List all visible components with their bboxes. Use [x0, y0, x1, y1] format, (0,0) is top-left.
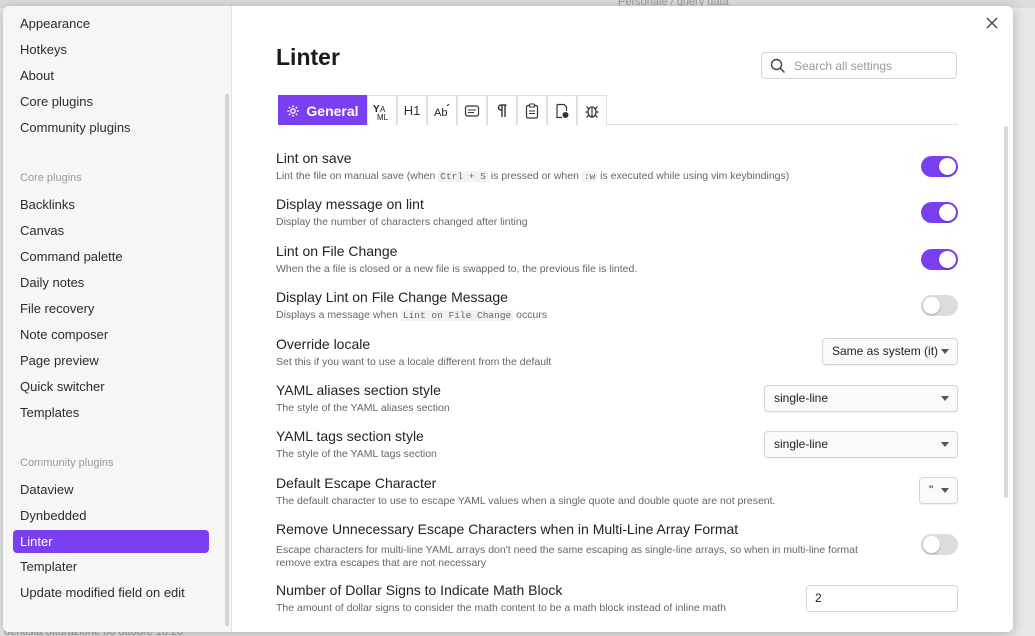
sidebar-item-note-composer[interactable]: Note composer [13, 324, 209, 346]
toggle-knob [923, 297, 940, 314]
setting-name: Remove Unnecessary Escape Characters whe… [276, 521, 739, 537]
sidebar-item-canvas[interactable]: Canvas [13, 220, 209, 242]
setting-name: Default Escape Character [276, 475, 437, 491]
setting-lint-on-file-change: Lint on File Change When the a file is c… [276, 243, 966, 276]
sidebar-scrollbar[interactable] [225, 94, 229, 626]
search-box [761, 52, 957, 79]
tab-spacing[interactable] [487, 95, 517, 125]
sidebar-item-command-palette[interactable]: Command palette [13, 246, 209, 268]
select-value: single-line [774, 437, 829, 451]
chevron-down-icon [941, 442, 949, 447]
toggle-knob [939, 251, 956, 268]
sidebar-item-linter[interactable]: Linter [13, 530, 209, 553]
sidebar-item-update-modified-field[interactable]: Update modified field on edit [13, 582, 209, 604]
select-value: single-line [774, 391, 829, 405]
content-scrollbar[interactable] [1004, 126, 1008, 498]
sidebar-item-templater[interactable]: Templater [13, 556, 209, 578]
linter-tab-bar: General Y A ML H1 Ab [278, 95, 958, 125]
toggle-knob [923, 536, 940, 553]
setting-display-message: Display message on lint Display the numb… [276, 196, 966, 229]
tab-paste[interactable] [517, 95, 547, 125]
setting-lint-on-save: Lint on save Lint the file on manual sav… [276, 150, 966, 183]
settings-modal: Appearance Hotkeys About Core plugins Co… [3, 6, 1013, 632]
toggle-remove-escape-characters[interactable] [921, 534, 958, 555]
tab-file-debug[interactable] [547, 95, 577, 125]
sidebar-item-community-plugins[interactable]: Community plugins [13, 117, 209, 139]
tab-heading[interactable]: H1 [397, 95, 427, 125]
sidebar-item-about[interactable]: About [13, 65, 209, 87]
chevron-down-icon [941, 396, 949, 401]
setting-desc: Lint the file on manual save (when Ctrl … [276, 170, 790, 182]
toggle-display-message[interactable] [921, 202, 958, 223]
toggle-knob [939, 204, 956, 221]
sidebar-heading-community-plugins: Community plugins [20, 457, 114, 469]
tab-content[interactable] [457, 95, 487, 125]
yaml-icon: Y AML [373, 104, 389, 121]
svg-text:Ab: Ab [434, 107, 447, 119]
yaml-aliases-style-select[interactable]: single-line [764, 385, 958, 412]
sidebar-item-core-plugins[interactable]: Core plugins [13, 91, 209, 113]
setting-name: Display message on lint [276, 196, 424, 212]
file-debug-icon [556, 103, 569, 118]
gear-icon [287, 104, 300, 117]
sidebar-item-appearance[interactable]: Appearance [13, 13, 209, 35]
sidebar-heading-core-plugins: Core plugins [20, 172, 82, 184]
sidebar-item-dataview[interactable]: Dataview [13, 479, 209, 501]
setting-desc: The default character to use to escape Y… [276, 495, 776, 507]
setting-remove-escape-characters: Remove Unnecessary Escape Characters whe… [276, 521, 966, 570]
toggle-lint-on-file-change[interactable] [921, 249, 958, 270]
setting-display-lint-file-change-message: Display Lint on File Change Message Disp… [276, 289, 966, 322]
svg-text:ML: ML [377, 113, 389, 121]
sidebar-item-backlinks[interactable]: Backlinks [13, 194, 209, 216]
sidebar-item-file-recovery[interactable]: File recovery [13, 298, 209, 320]
search-input[interactable] [794, 53, 952, 78]
settings-sidebar: Appearance Hotkeys About Core plugins Co… [3, 6, 232, 632]
chevron-down-icon [941, 488, 949, 493]
select-value: Same as system (it) [832, 344, 939, 358]
close-icon [986, 17, 998, 29]
toggle-knob [939, 158, 956, 175]
clipboard-icon [525, 102, 539, 119]
default-escape-character-select[interactable]: " [919, 477, 958, 504]
bug-icon [585, 105, 599, 118]
sidebar-item-templates[interactable]: Templates [13, 402, 209, 424]
setting-default-escape-character: Default Escape Character The default cha… [276, 475, 966, 508]
sidebar-item-page-preview[interactable]: Page preview [13, 350, 209, 372]
sidebar-item-dynbedded[interactable]: Dynbedded [13, 505, 209, 527]
setting-name: Display Lint on File Change Message [276, 289, 508, 305]
yaml-tags-style-select[interactable]: single-line [764, 431, 958, 458]
tab-general[interactable]: General [278, 95, 367, 125]
setting-name: Lint on save [276, 150, 352, 166]
setting-desc: Displays a message when Lint on File Cha… [276, 309, 548, 321]
setting-name: Lint on File Change [276, 243, 398, 259]
select-value: " [929, 483, 934, 497]
setting-desc: Display the number of characters changed… [276, 216, 528, 228]
tab-text-case[interactable]: Ab [427, 95, 457, 125]
sidebar-item-quick-switcher[interactable]: Quick switcher [13, 376, 209, 398]
tab-yaml[interactable]: Y A ML [367, 95, 397, 125]
toggle-display-lint-file-change-message[interactable] [921, 295, 958, 316]
setting-desc: Escape characters for multi-line YAML ar… [276, 544, 858, 569]
dollar-signs-input[interactable]: 2 [806, 585, 958, 612]
sidebar-item-daily-notes[interactable]: Daily notes [13, 272, 209, 294]
pilcrow-icon [497, 103, 507, 117]
search-icon [770, 58, 786, 74]
toggle-lint-on-save[interactable] [921, 156, 958, 177]
setting-desc: When the a file is closed or a new file … [276, 263, 638, 275]
sidebar-item-hotkeys[interactable]: Hotkeys [13, 39, 209, 61]
content-icon [464, 104, 480, 117]
override-locale-select[interactable]: Same as system (it) [822, 338, 958, 365]
close-button[interactable] [983, 14, 1001, 32]
tab-general-label: General [306, 102, 359, 119]
text-case-icon: Ab [434, 103, 450, 119]
chevron-down-icon [941, 349, 949, 354]
settings-content: Linter General YAML H1 Ab [233, 6, 1013, 632]
page-title: Linter [276, 44, 340, 70]
heading-icon: H1 [403, 103, 421, 118]
tab-debug[interactable] [577, 95, 607, 125]
